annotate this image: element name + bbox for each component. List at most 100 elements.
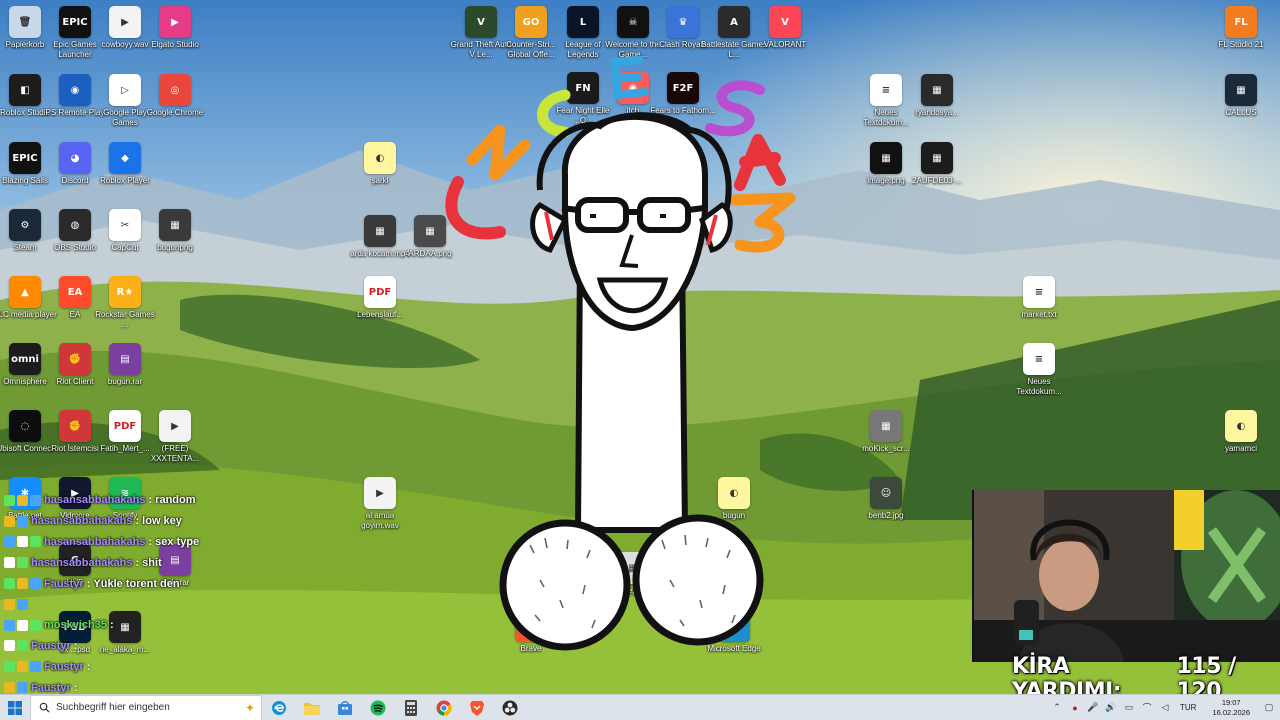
desktop-icon-label: FL Studio 21 xyxy=(1218,40,1264,49)
chevron-up-icon[interactable]: ⌃ xyxy=(1050,701,1064,715)
taskbar-file-explorer[interactable] xyxy=(295,695,328,720)
taskbar-calculator[interactable] xyxy=(394,695,427,720)
desktop-icon[interactable]: ☺ benb2.jpg xyxy=(852,475,920,541)
chat-username: Faustyr xyxy=(31,681,71,694)
desktop-icon-label: bugunpng xyxy=(157,243,193,252)
desktop-icon[interactable]: ▦ 2AUFDE03-... xyxy=(903,140,971,206)
chat-message: moskvich35: xyxy=(4,615,254,636)
desktop-icon[interactable]: ≡ market.txt xyxy=(1005,274,1073,340)
chat-badges xyxy=(4,598,28,610)
ps-remote-play-icon: ◉ xyxy=(59,74,91,106)
desktop-icon-label: Neues Textdokum... xyxy=(1016,377,1062,396)
desktop-icon[interactable]: ▶ (FREE) XXXTENTA... xyxy=(141,408,209,474)
chat-separator: : xyxy=(73,639,78,652)
chat-username: hasansabbahakahs xyxy=(44,494,146,507)
epic-games-icon: EPIC xyxy=(59,6,91,38)
desktop-icon[interactable]: e Microsoft Edge xyxy=(700,608,768,674)
taskbar-obs[interactable] xyxy=(493,695,526,720)
desktop-icon[interactable]: ▦ ARDAA.png xyxy=(396,213,464,279)
folder-icon xyxy=(303,702,320,715)
desktop-icon[interactable]: V VALORANT xyxy=(751,4,819,70)
search-highlight-icon: ✦ xyxy=(244,700,255,715)
image-file-icon: ▦ xyxy=(617,552,649,584)
clash-royale-icon: ♛ xyxy=(667,6,699,38)
desktop-icon-label: benb2.jpg xyxy=(868,511,904,520)
desktop-icon[interactable]: ◐ bugun xyxy=(700,475,768,541)
desktop-icon[interactable]: ◔ Overwatch 2 xyxy=(599,140,667,206)
pdf-file-icon: PDF xyxy=(109,410,141,442)
chat-separator: : xyxy=(73,681,78,694)
start-button[interactable] xyxy=(0,695,30,720)
text-file-icon: ≡ xyxy=(870,74,902,106)
chat-badge-icon xyxy=(4,515,15,527)
desktop-icon[interactable]: FL FL Studio 21 xyxy=(1207,4,1275,70)
desktop-icon-label: şarki xyxy=(371,176,389,185)
taskbar-edge[interactable] xyxy=(262,695,295,720)
notification-icon[interactable]: ▢ xyxy=(1262,701,1276,715)
desktop-icon[interactable]: ≡ Neues Textdokum... xyxy=(1005,341,1073,407)
record-indicator-icon[interactable]: ● xyxy=(1068,701,1082,715)
desktop-icon-label: CALLUS xyxy=(1225,108,1257,117)
chat-badges xyxy=(4,536,41,548)
chat-message: Faustyr: Yükle torent den xyxy=(4,573,254,594)
valorant-icon: V xyxy=(769,6,801,38)
desktop-icon[interactable]: ◐ şarki xyxy=(346,140,414,206)
desktop-icon-label: 2AUFDE03-... xyxy=(912,176,962,185)
microphone-icon[interactable]: 🎤 xyxy=(1086,701,1100,715)
taskbar-spotify[interactable] xyxy=(361,695,394,720)
roblox-studio-icon: ◧ xyxy=(9,74,41,106)
image-file-icon: ▦ xyxy=(870,142,902,174)
desktop-icon[interactable]: ▦ bugunpng xyxy=(141,207,209,273)
brave-icon xyxy=(469,700,484,716)
desktop-icon-label: (FREE) XXXTENTA... xyxy=(150,444,200,463)
pdf-file-icon: PDF xyxy=(364,276,396,308)
fnaf-icon: FN xyxy=(567,72,599,104)
taskbar-store[interactable] xyxy=(328,695,361,720)
vlc-icon: ▲ xyxy=(9,276,41,308)
desktop-icon-label: Elgato Studio xyxy=(151,40,199,49)
chat-text: random xyxy=(155,494,196,507)
taskbar-search-box[interactable]: Suchbegriff hier eingeben ✦ xyxy=(30,694,262,720)
chat-separator: : xyxy=(86,660,91,673)
desktop-icon[interactable]: ▤ bugun.rar xyxy=(91,341,159,407)
rent-support-counter: KİRA YARDIMI: 115 / 120 xyxy=(1012,654,1280,704)
taskbar-chrome[interactable] xyxy=(427,695,460,720)
desktop-icon[interactable]: PDF Lebenslauf... xyxy=(346,274,414,340)
network-icon[interactable]: ▭ xyxy=(1122,701,1136,715)
desktop-icon[interactable]: F2F Fears to Fathom... xyxy=(649,70,717,136)
omnisphere-icon: omni xyxy=(9,343,41,375)
desktop-icon[interactable]: ♞ Brave xyxy=(497,608,565,674)
speaker-icon[interactable]: ◁ xyxy=(1158,701,1172,715)
chrome-icon: ◎ xyxy=(159,74,191,106)
image-file-icon: ▦ xyxy=(414,215,446,247)
volume-icon[interactable]: 🔊 xyxy=(1104,701,1118,715)
chat-badge-icon xyxy=(4,640,15,652)
desktop-icon[interactable]: R★ Rockstar Games ... xyxy=(91,274,159,340)
chat-text: low key xyxy=(142,515,182,528)
chat-badges xyxy=(4,682,28,694)
wifi-icon[interactable]: ⌒ xyxy=(1140,701,1154,715)
desktop-icon[interactable]: ▶ Elgato Studio xyxy=(141,4,209,70)
desktop-icon[interactable]: ◎ Google Chrome xyxy=(141,72,209,138)
google-play-games-icon: ▷ xyxy=(109,74,141,106)
desktop-icon-label: Rockstar Games ... xyxy=(95,310,155,329)
taskbar-clock[interactable]: 19:07 16.02.2026 xyxy=(1212,698,1250,718)
welcome-game-icon: ☠ xyxy=(617,6,649,38)
rar-archive-icon: ▤ xyxy=(109,343,141,375)
riot-client-icon: ✊ xyxy=(59,410,91,442)
desktop-icon[interactable]: ▦ CALLUS xyxy=(1207,72,1275,138)
chat-separator: : xyxy=(148,494,153,507)
desktop-icon[interactable]: ◆ Roblox Player xyxy=(91,140,159,206)
taskbar-brave[interactable] xyxy=(460,695,493,720)
chat-badges xyxy=(4,494,41,506)
desktop-icon[interactable]: ◐ yamamci xyxy=(1207,408,1275,474)
desktop-icon[interactable]: ▶ al amua goyim.wav xyxy=(346,475,414,541)
desktop-icon[interactable]: ▦ moKick_scr... xyxy=(852,408,920,474)
desktop-icon-label: Lebenslauf... xyxy=(357,310,403,319)
language-indicator[interactable]: TUR xyxy=(1180,703,1196,712)
video-file-icon: ▦ xyxy=(364,215,396,247)
desktop-icon[interactable]: ▦ ne.gif xyxy=(599,550,667,616)
obs-icon xyxy=(502,700,517,715)
windows-logo-icon xyxy=(8,700,22,715)
desktop-icon[interactable]: ▦ ryandosya... xyxy=(903,72,971,138)
